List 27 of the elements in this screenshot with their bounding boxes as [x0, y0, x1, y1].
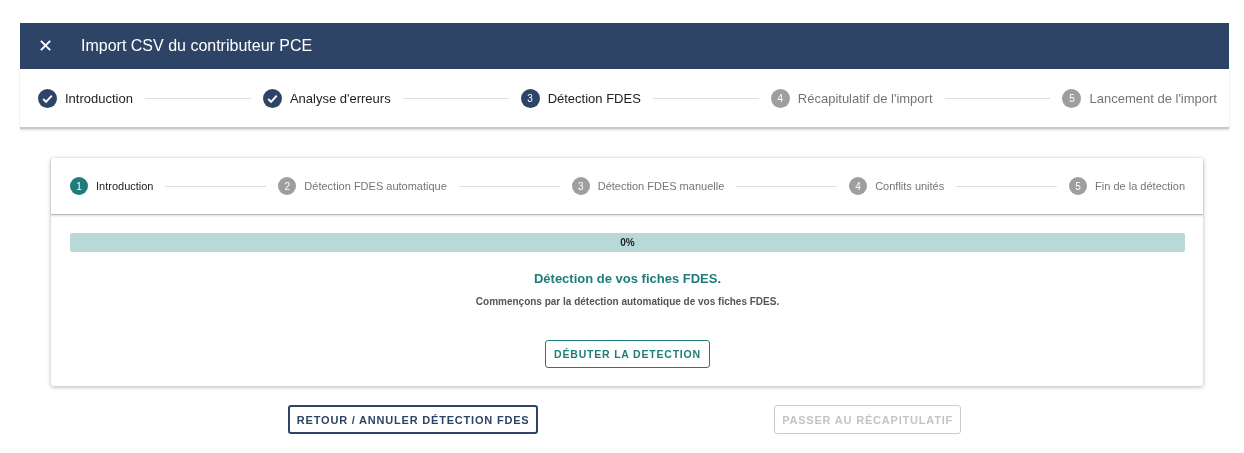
step-number: 4 [849, 177, 868, 195]
start-detection-button[interactable]: DÉBUTER LA DETECTION [545, 340, 710, 368]
step-label[interactable]: Lancement de l'import [1089, 90, 1217, 106]
progress-reading: 0% [620, 237, 635, 248]
step-number: 5 [1062, 88, 1082, 108]
check-icon [262, 88, 282, 108]
step-label[interactable]: Introduction [96, 180, 154, 192]
step-label[interactable]: Fin de la détection [1095, 180, 1185, 192]
step-number: 3 [571, 177, 590, 195]
step-label[interactable]: Détection FDES [547, 90, 641, 106]
section-description: Commençons par la détection automatique de vos fiches FDES. [475, 296, 780, 307]
check-icon [38, 88, 57, 108]
nav-button[interactable]: RETOUR / ANNULER DÉTECTION FDES [287, 405, 539, 434]
step-label[interactable]: Introduction [65, 90, 133, 106]
step-label[interactable]: Détection FDES manuelle [597, 180, 725, 192]
step-number: 2 [278, 177, 297, 195]
step-label[interactable]: Récapitulatif de l'import [797, 90, 933, 106]
step-label[interactable]: Conflits unités [875, 180, 945, 192]
dialog-title: Import CSV du contributeur PCE [81, 37, 313, 55]
close-button[interactable]: ✕ [34, 35, 57, 57]
section-heading: Détection de vos fiches FDES. [533, 271, 722, 286]
step-label[interactable]: Détection FDES automatique [304, 180, 447, 192]
step-label[interactable]: Analyse d'erreurs [289, 90, 391, 106]
step-number: 5 [1069, 177, 1088, 195]
step-number: 4 [770, 88, 790, 108]
step-number: 1 [70, 177, 88, 195]
step-number: 3 [520, 88, 540, 108]
